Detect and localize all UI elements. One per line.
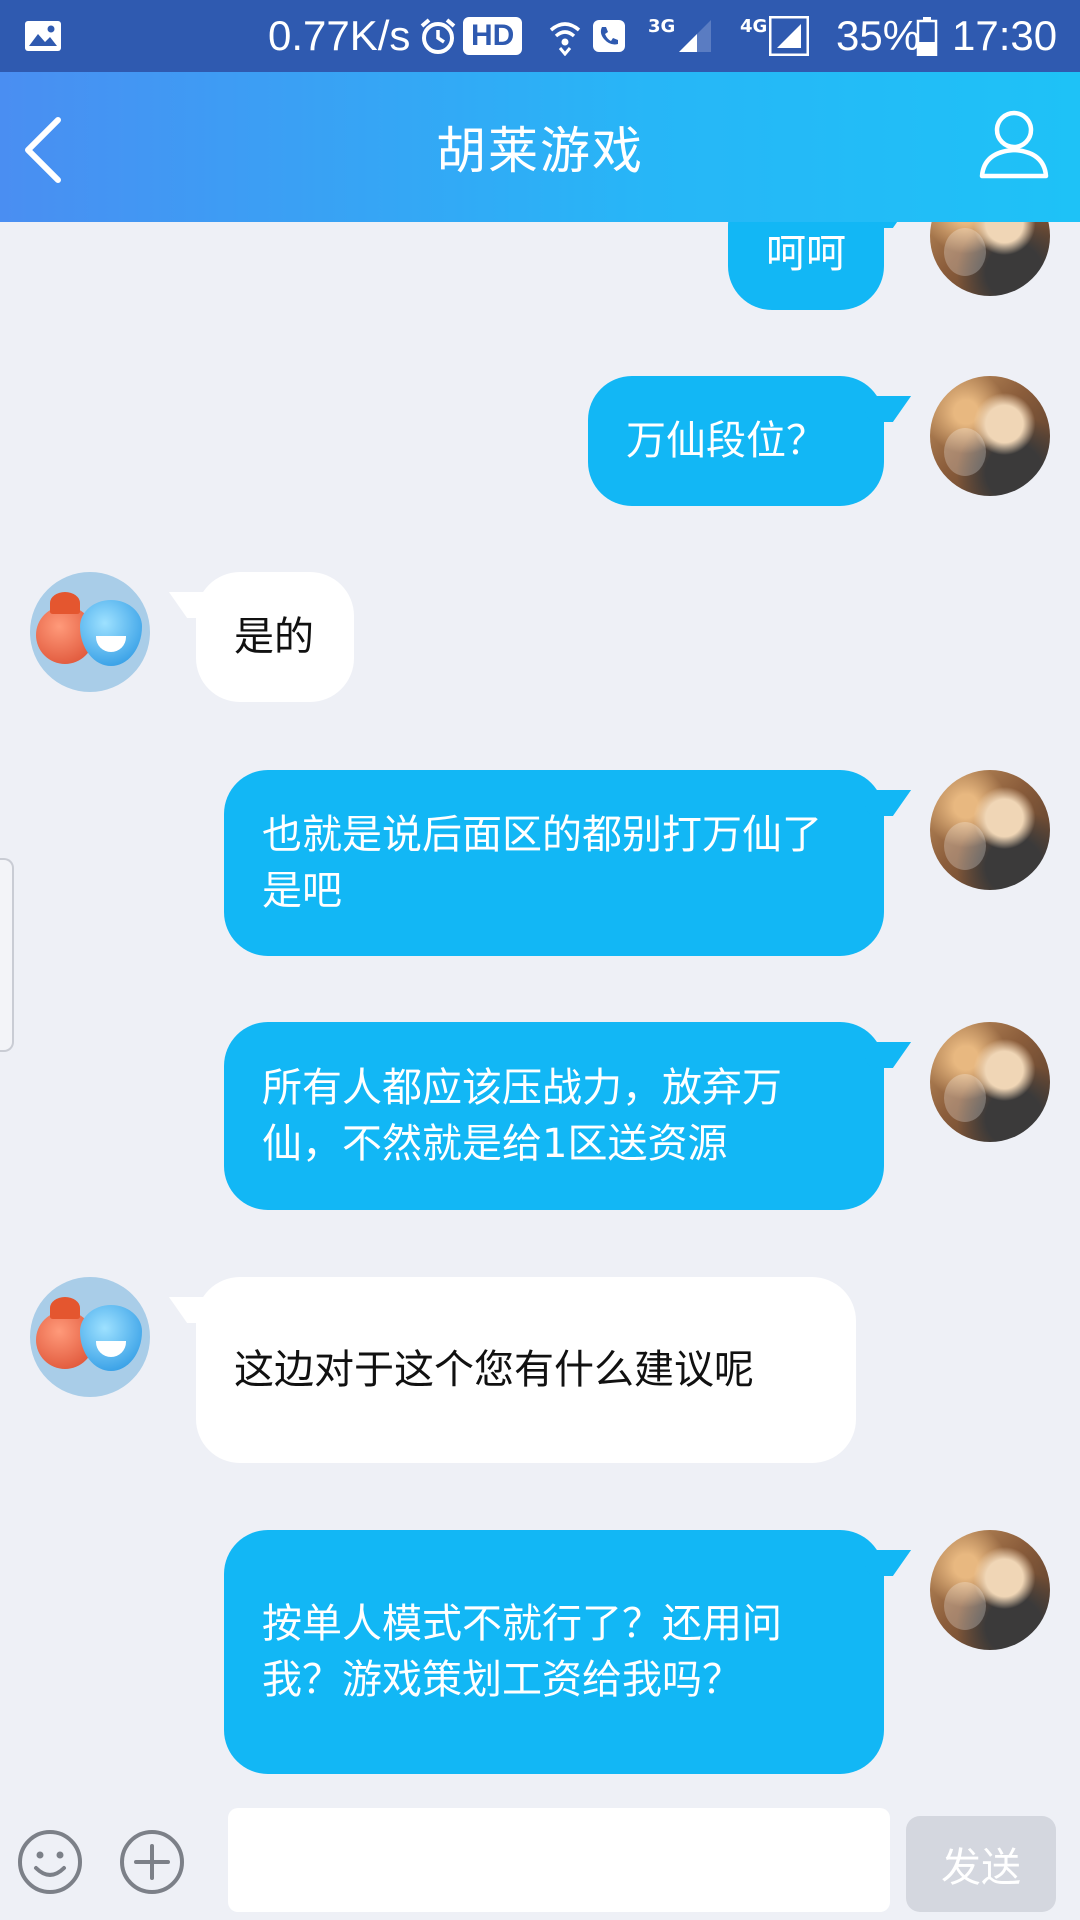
message-text: 是的 (234, 614, 314, 660)
chat-message-list[interactable]: 呵呵 万仙段位？ 是的 也就是说后面区的都别打万仙了是吧 所有人都应该压战力，放… (0, 222, 1080, 1802)
signal-4g: 4G (740, 0, 810, 72)
title-bar: 胡莱游戏 (0, 72, 1080, 222)
wifi-icon (548, 0, 582, 72)
my-avatar[interactable] (930, 222, 1050, 296)
message-bubble-sent[interactable]: 也就是说后面区的都别打万仙了是吧 (224, 770, 884, 956)
message-text: 按单人模式不就行了？还用问我？游戏策划工资给我吗？ (262, 1601, 782, 1703)
my-avatar[interactable] (930, 770, 1050, 890)
my-avatar[interactable] (930, 1530, 1050, 1650)
plus-circle-icon (120, 1830, 184, 1894)
my-avatar[interactable] (930, 376, 1050, 496)
side-drawer-handle[interactable] (0, 858, 14, 1052)
message-text: 也就是说后面区的都别打万仙了是吧 (262, 812, 822, 914)
message-text: 所有人都应该压战力，放弃万仙，不然就是给1区送资源 (262, 1065, 782, 1167)
battery-percent: 35% (836, 12, 921, 59)
emoji-button[interactable] (16, 1828, 84, 1896)
clock: 17:30 (952, 12, 1058, 59)
message-bubble-sent[interactable]: 呵呵 (728, 222, 884, 310)
status-bar: 0.77K/s HD 3G 4G 35% 17:30 (0, 0, 1080, 72)
page-title: 胡莱游戏 (436, 122, 644, 180)
profile-icon (979, 110, 1049, 179)
signal-icon (769, 16, 810, 56)
message-bubble-received[interactable]: 这边对于这个您有什么建议呢 (196, 1277, 856, 1463)
gallery-icon (24, 0, 62, 72)
input-bar: 发送 (0, 1802, 1080, 1920)
emoji-icon (18, 1830, 82, 1894)
alarm-icon (418, 0, 458, 72)
service-avatar[interactable] (30, 572, 150, 692)
message-bubble-sent[interactable]: 按单人模式不就行了？还用问我？游戏策划工资给我吗？ (224, 1530, 884, 1774)
profile-button[interactable] (976, 106, 1052, 182)
signal-3g: 3G (648, 0, 713, 72)
message-bubble-sent[interactable]: 所有人都应该压战力，放弃万仙，不然就是给1区送资源 (224, 1022, 884, 1210)
signal-icon (679, 20, 712, 52)
battery-icon (916, 0, 938, 72)
network-speed: 0.77K/s (268, 12, 411, 59)
message-input[interactable] (228, 1808, 890, 1912)
send-button[interactable]: 发送 (906, 1816, 1056, 1912)
message-text: 这边对于这个您有什么建议呢 (234, 1347, 754, 1393)
my-avatar[interactable] (930, 1022, 1050, 1142)
message-bubble-received[interactable]: 是的 (196, 572, 354, 702)
add-attachment-button[interactable] (118, 1828, 186, 1896)
message-bubble-sent[interactable]: 万仙段位？ (588, 376, 884, 506)
call-icon (592, 0, 626, 72)
hd-badge: HD (463, 0, 523, 72)
service-avatar[interactable] (30, 1277, 150, 1397)
message-text: 万仙段位？ (626, 418, 826, 464)
message-text: 呵呵 (766, 231, 846, 277)
